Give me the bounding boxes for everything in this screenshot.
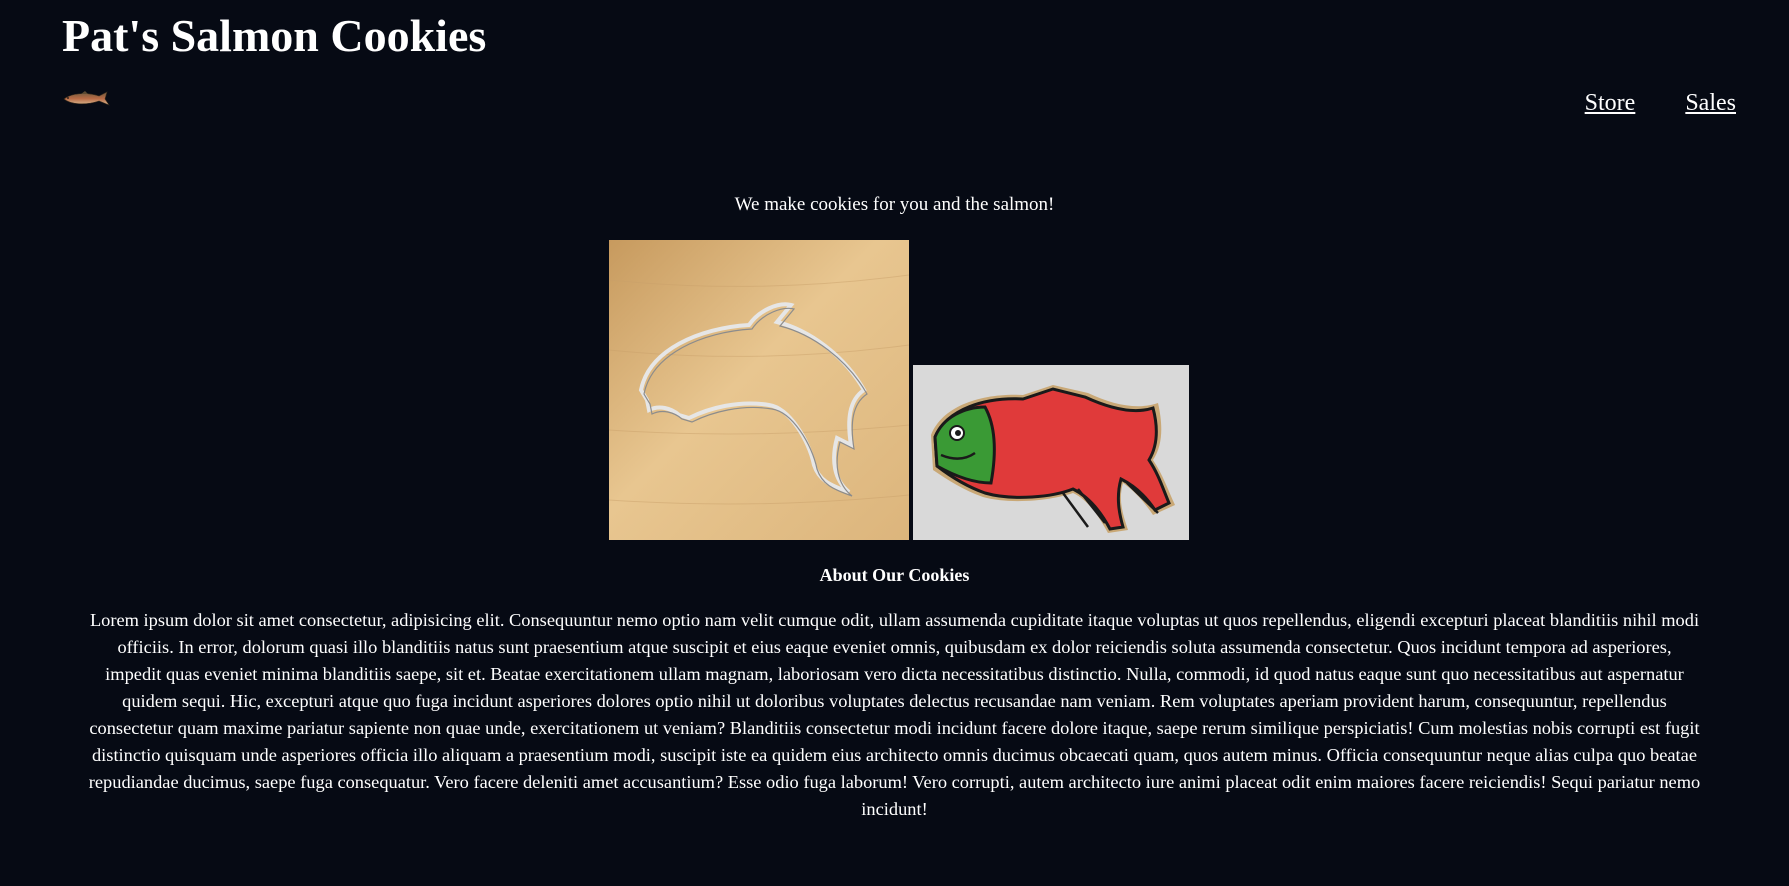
nav-link-store[interactable]: Store <box>1585 88 1636 118</box>
site-title: Pat's Salmon Cookies <box>62 10 487 61</box>
page: Pat's Salmon Cookies Store Sales We make… <box>0 0 1789 886</box>
decorated-salmon-cookie-photo <box>913 365 1189 540</box>
salmon-fish-icon <box>63 91 110 106</box>
main-nav: Store Sales <box>1585 88 1736 118</box>
nav-link-sales[interactable]: Sales <box>1685 88 1736 118</box>
tagline: We make cookies for you and the salmon! <box>734 194 1055 215</box>
about-heading: About Our Cookies <box>819 565 970 585</box>
salmon-cookie-cutter-photo <box>609 240 909 540</box>
cookie-gallery <box>609 240 1191 540</box>
about-paragraph: Lorem ipsum dolor sit amet consectetur, … <box>88 610 1701 819</box>
